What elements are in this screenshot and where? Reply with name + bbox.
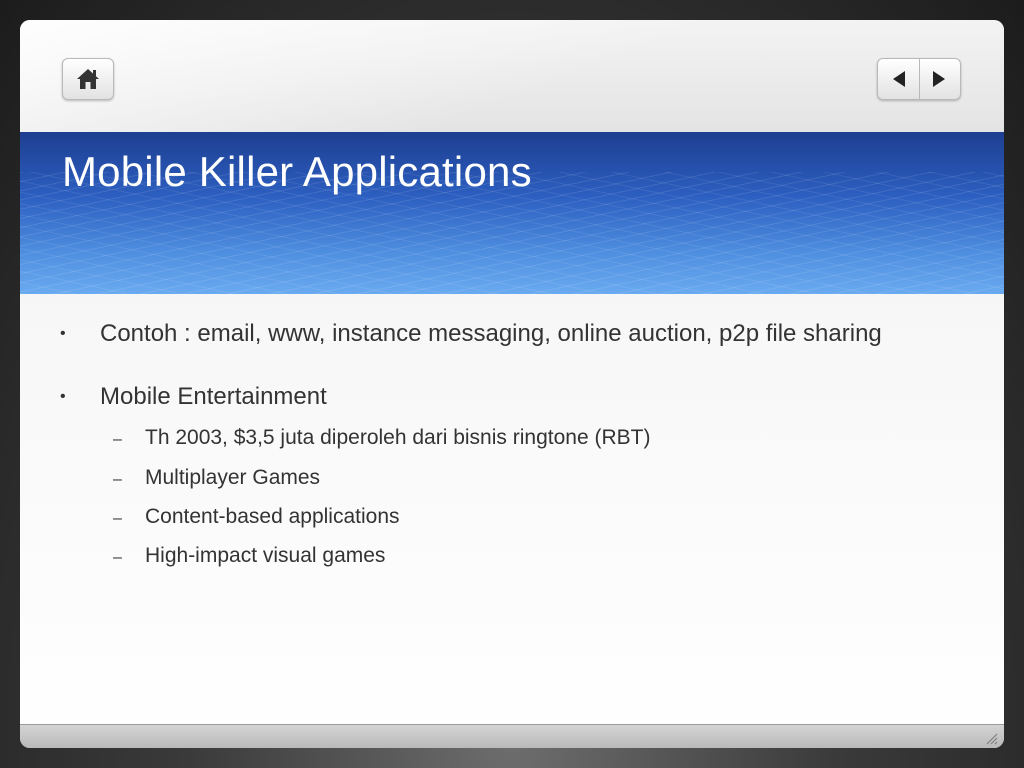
sub-bullet-item: – High-impact visual games (113, 544, 385, 568)
previous-slide-button[interactable] (878, 59, 920, 99)
sub-bullet-item: – Th 2003, $3,5 juta diperoleh dari bisni… (113, 426, 650, 450)
next-slide-button[interactable] (919, 59, 960, 99)
bullet-marker: • (60, 325, 66, 342)
triangle-right-icon (933, 71, 945, 87)
slide: Mobile Killer Applications • Contoh : ema… (20, 20, 1004, 748)
slide-content: • Contoh : email, www, instance messaging… (20, 294, 1004, 724)
sub-bullet-text: Multiplayer Games (145, 466, 321, 489)
bullet-item: • Mobile Entertainment (60, 383, 327, 411)
sub-bullet-marker: – (113, 510, 122, 527)
sub-bullet-text: Th 2003, $3,5 juta diperoleh dari bisnis… (145, 426, 651, 449)
sub-bullet-item: – Content-based applications (113, 505, 400, 529)
resize-grip-icon[interactable] (984, 731, 998, 745)
home-icon (77, 69, 99, 89)
bullet-marker: • (60, 388, 66, 405)
bullet-text: Contoh : email, www, instance messaging,… (100, 320, 882, 347)
sub-bullet-item: – Multiplayer Games (113, 466, 320, 490)
sub-bullet-text: High-impact visual games (145, 544, 386, 567)
bullet-text: Mobile Entertainment (100, 383, 327, 410)
title-band: Mobile Killer Applications (20, 132, 1004, 294)
slide-navigation (877, 58, 961, 100)
slide-title: Mobile Killer Applications (62, 148, 532, 195)
sub-bullet-marker: – (113, 471, 122, 488)
sub-bullet-text: Content-based applications (145, 505, 400, 528)
bottom-bar (20, 724, 1004, 748)
triangle-left-icon (893, 71, 905, 87)
sub-bullet-marker: – (113, 431, 122, 448)
top-panel (20, 20, 1004, 132)
home-button[interactable] (62, 58, 114, 100)
sub-bullet-marker: – (113, 549, 122, 566)
bullet-item: • Contoh : email, www, instance messaging… (60, 320, 882, 348)
